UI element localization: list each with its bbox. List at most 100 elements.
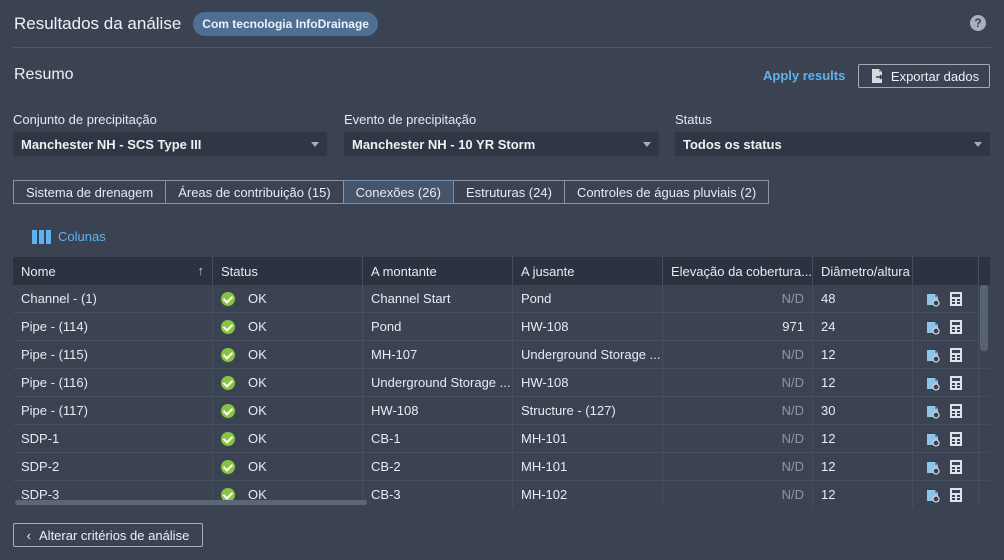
status-text: OK <box>248 403 267 418</box>
table-row[interactable]: SDP-1 OK CB-1 MH-101 N/D 12 <box>13 425 990 453</box>
zoom-to-object-icon[interactable] <box>925 459 941 475</box>
cell-name: SDP-2 <box>13 453 213 480</box>
zoom-to-object-icon[interactable] <box>925 431 941 447</box>
check-circle-icon <box>221 319 235 334</box>
cell-status: OK <box>213 341 363 368</box>
report-icon[interactable] <box>949 459 963 475</box>
cell-downstream: Pond <box>513 285 663 312</box>
cell-downstream: MH-102 <box>513 481 663 507</box>
cell-diameter: 24 <box>813 313 913 340</box>
column-header-cover-elevation[interactable]: Elevação da cobertura... <box>663 257 813 285</box>
cell-name: Pipe - (115) <box>13 341 213 368</box>
cell-actions <box>913 397 979 424</box>
cell-spacer <box>979 369 990 396</box>
cell-downstream: MH-101 <box>513 453 663 480</box>
column-header-diameter[interactable]: Diâmetro/altura <box>813 257 913 285</box>
table-row[interactable]: Pipe - (114) OK Pond HW-108 971 24 <box>13 313 990 341</box>
cell-status: OK <box>213 453 363 480</box>
table-row[interactable]: Pipe - (117) OK HW-108 Structure - (127) N/D… <box>13 397 990 425</box>
zoom-to-object-icon[interactable] <box>925 347 941 363</box>
change-analysis-criteria-button[interactable]: ‹ Alterar critérios de análise <box>13 523 203 547</box>
table-row[interactable]: Pipe - (115) OK MH-107 Underground Storage … <box>13 341 990 369</box>
column-header-name[interactable]: Nome ↑ <box>13 257 213 285</box>
table-header: Nome ↑ Status A montante A jusante Eleva… <box>13 257 990 285</box>
status-select[interactable]: Todos os status <box>675 132 990 156</box>
zoom-to-object-icon[interactable] <box>925 319 941 335</box>
status-value: Todos os status <box>683 136 782 152</box>
app-header: Resultados da análise Com tecnologia Inf… <box>0 0 1004 47</box>
table-row[interactable]: Pipe - (116) OK Underground Storage ... HW-… <box>13 369 990 397</box>
cell-status: OK <box>213 425 363 452</box>
report-icon[interactable] <box>949 347 963 363</box>
tab-catchment-areas[interactable]: Áreas de contribuição (15) <box>166 180 344 204</box>
report-icon[interactable] <box>949 375 963 391</box>
cell-name: Channel - (1) <box>13 285 213 312</box>
column-header-upstream[interactable]: A montante <box>363 257 513 285</box>
tab-connections[interactable]: Conexões (26) <box>343 180 454 204</box>
cell-name: Pipe - (116) <box>13 369 213 396</box>
rain-event-value: Manchester NH - 10 YR Storm <box>352 136 536 152</box>
cell-upstream: CB-2 <box>363 453 513 480</box>
tab-structures[interactable]: Estruturas (24) <box>453 180 565 204</box>
cell-diameter: 30 <box>813 397 913 424</box>
column-header-downstream[interactable]: A jusante <box>513 257 663 285</box>
cell-cover-elevation: N/D <box>663 453 813 480</box>
apply-results-link[interactable]: Apply results <box>763 68 845 83</box>
cell-cover-elevation: N/D <box>663 369 813 396</box>
table-row[interactable]: Channel - (1) OK Channel Start Pond N/D 48 <box>13 285 990 313</box>
cell-actions <box>913 313 979 340</box>
cell-upstream: Channel Start <box>363 285 513 312</box>
cell-status: OK <box>213 397 363 424</box>
tab-drainage-system[interactable]: Sistema de drenagem <box>13 180 167 204</box>
zoom-to-object-icon[interactable] <box>925 375 941 391</box>
zoom-to-object-icon[interactable] <box>925 487 941 503</box>
cell-downstream: Underground Storage ... <box>513 341 663 368</box>
report-icon[interactable] <box>949 403 963 419</box>
cell-actions <box>913 481 979 507</box>
check-circle-icon <box>221 375 235 390</box>
report-icon[interactable] <box>949 291 963 307</box>
cell-spacer <box>979 481 990 507</box>
cell-downstream: Structure - (127) <box>513 397 663 424</box>
report-icon[interactable] <box>949 319 963 335</box>
check-circle-icon <box>221 403 235 418</box>
rain-event-select[interactable]: Manchester NH - 10 YR Storm <box>344 132 659 156</box>
cell-cover-elevation: N/D <box>663 341 813 368</box>
cell-downstream: HW-108 <box>513 313 663 340</box>
vertical-scrollbar[interactable] <box>980 285 988 351</box>
export-data-button[interactable]: Exportar dados <box>858 64 990 88</box>
cell-status: OK <box>213 285 363 312</box>
table-body: Channel - (1) OK Channel Start Pond N/D 48 Pip… <box>13 285 990 507</box>
cell-status: OK <box>213 369 363 396</box>
column-header-status[interactable]: Status <box>213 257 363 285</box>
cell-upstream: MH-107 <box>363 341 513 368</box>
cell-cover-elevation: N/D <box>663 481 813 507</box>
cell-diameter: 48 <box>813 285 913 312</box>
change-analysis-criteria-label: Alterar critérios de análise <box>39 527 190 543</box>
columns-label: Colunas <box>58 229 106 244</box>
summary-title: Resumo <box>14 66 74 83</box>
columns-button[interactable]: Colunas <box>32 229 106 244</box>
zoom-to-object-icon[interactable] <box>925 291 941 307</box>
check-circle-icon <box>221 459 235 474</box>
tab-stormwater-controls[interactable]: Controles de águas pluviais (2) <box>564 180 770 204</box>
sort-ascending-icon: ↑ <box>197 263 205 278</box>
columns-icon <box>32 229 51 244</box>
report-icon[interactable] <box>949 487 963 503</box>
rain-set-select[interactable]: Manchester NH - SCS Type III <box>13 132 327 156</box>
cell-upstream: CB-3 <box>363 481 513 507</box>
rain-set-label: Conjunto de precipitação <box>13 112 157 127</box>
zoom-to-object-icon[interactable] <box>925 403 941 419</box>
export-data-label: Exportar dados <box>890 68 980 84</box>
column-header-spacer <box>979 257 990 285</box>
chevron-down-icon <box>643 142 651 147</box>
horizontal-scrollbar[interactable] <box>15 500 367 505</box>
help-icon[interactable]: ? <box>970 15 986 31</box>
chevron-down-icon <box>311 142 319 147</box>
cell-actions <box>913 341 979 368</box>
table-row[interactable]: SDP-2 OK CB-2 MH-101 N/D 12 <box>13 453 990 481</box>
chevron-down-icon <box>974 142 982 147</box>
report-icon[interactable] <box>949 431 963 447</box>
cell-diameter: 12 <box>813 453 913 480</box>
rain-set-value: Manchester NH - SCS Type III <box>21 136 202 152</box>
